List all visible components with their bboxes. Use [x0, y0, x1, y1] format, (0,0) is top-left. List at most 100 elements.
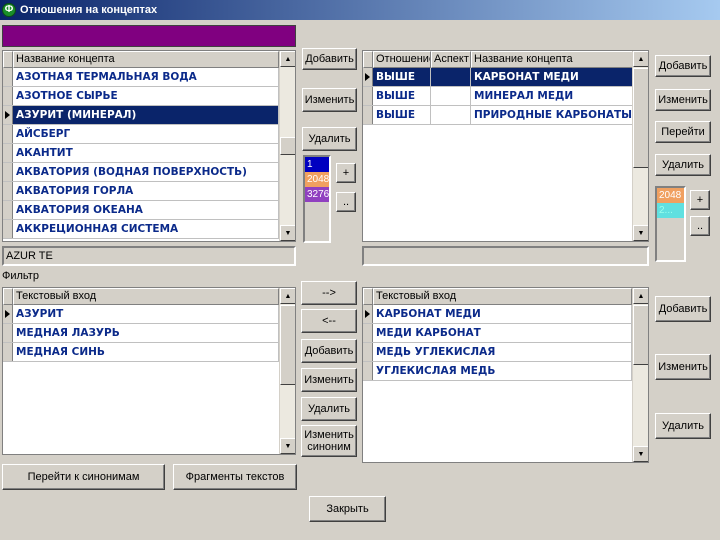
concept-name-cell[interactable]: АЗУРИТ (МИНЕРАЛ) [13, 106, 279, 124]
color-item-2048[interactable]: 2048 [305, 172, 329, 187]
table-row[interactable]: АЗОТНАЯ ТЕРМАЛЬНАЯ ВОДА [3, 68, 295, 87]
delete-synonym-button[interactable]: Удалить [301, 397, 357, 421]
table-row[interactable]: УГЛЕКИСЛАЯ МЕДЬ [363, 362, 648, 381]
concept-name-cell[interactable]: АЗОТНАЯ ТЕРМАЛЬНАЯ ВОДА [13, 68, 279, 86]
relation-concept-header[interactable]: Название концепта [471, 51, 634, 68]
scroll-down-icon[interactable]: ▼ [633, 446, 648, 462]
table-row[interactable]: АЗОТНОЕ СЫРЬЕ [3, 87, 295, 106]
aspect-cell[interactable] [431, 87, 471, 105]
table-row[interactable]: АЗУРИТ (МИНЕРАЛ) [3, 106, 295, 125]
edit-concept-button[interactable]: Изменить [302, 88, 357, 112]
text-input-grid-right[interactable]: Текстовый вход КАРБОНАТ МЕДИ МЕДИ КАРБОНА… [362, 287, 649, 463]
text-input-cell[interactable]: МЕДНАЯ ЛАЗУРЬ [13, 324, 279, 342]
close-button[interactable]: Закрыть [309, 496, 386, 522]
edit-synonym-button[interactable]: Изменить [301, 368, 357, 392]
color-item-cyan[interactable]: 2... [657, 203, 684, 218]
move-left-button[interactable]: <-- [301, 309, 357, 333]
table-row[interactable]: АКАНТИТ [3, 144, 295, 163]
aspect-header[interactable]: Аспект [431, 51, 471, 68]
edit-text-input-button[interactable]: Изменить [655, 354, 711, 380]
table-row[interactable]: КАРБОНАТ МЕДИ [363, 305, 648, 324]
relation-cell[interactable]: ВЫШЕ [373, 106, 431, 124]
goto-synonyms-button[interactable]: Перейти к синонимам [2, 464, 165, 490]
table-row[interactable]: МЕДЬ УГЛЕКИСЛАЯ [363, 343, 648, 362]
text-input-header[interactable]: Текстовый вход [373, 288, 632, 305]
scroll-down-icon[interactable]: ▼ [280, 438, 295, 454]
title-bar[interactable]: Ф Отношения на концептах [0, 0, 720, 20]
color-item-3276[interactable]: 3276 [305, 187, 329, 202]
more-color-button[interactable]: .. [336, 192, 356, 212]
scroll-down-icon[interactable]: ▼ [633, 225, 648, 241]
relation-cell[interactable]: ВЫШЕ [373, 87, 431, 105]
text-input-cell[interactable]: МЕДЬ УГЛЕКИСЛАЯ [373, 343, 632, 361]
aspect-cell[interactable] [431, 68, 471, 86]
table-row[interactable]: ВЫШЕ ПРИРОДНЫЕ КАРБОНАТЫ [363, 106, 648, 125]
relations-scrollbar[interactable]: ▲ ▼ [632, 51, 648, 241]
scroll-thumb[interactable] [633, 305, 648, 365]
delete-text-input-button[interactable]: Удалить [655, 413, 711, 439]
table-row[interactable]: МЕДНАЯ СИНЬ [3, 343, 295, 362]
scroll-thumb[interactable] [633, 68, 648, 168]
color-item-1[interactable]: 1 [305, 157, 329, 172]
scroll-up-icon[interactable]: ▲ [633, 288, 648, 304]
text-input-cell[interactable]: КАРБОНАТ МЕДИ [373, 305, 632, 323]
more-color-button-right[interactable]: .. [690, 216, 710, 236]
concept-cell[interactable]: ПРИРОДНЫЕ КАРБОНАТЫ [471, 106, 634, 124]
relation-header[interactable]: Отношение [373, 51, 431, 68]
move-right-button[interactable]: --> [301, 281, 357, 305]
table-row[interactable]: МЕДНАЯ ЛАЗУРЬ [3, 324, 295, 343]
relation-cell[interactable]: ВЫШЕ [373, 68, 431, 86]
table-row[interactable]: МЕДИ КАРБОНАТ [363, 324, 648, 343]
table-row[interactable]: ВЫШЕ МИНЕРАЛ МЕДИ [363, 87, 648, 106]
relations-grid[interactable]: Отношение Аспект Название концепта ВЫШЕ К… [362, 50, 649, 242]
color-item-2048[interactable]: 2048 [657, 188, 684, 203]
translation-field[interactable]: AZUR TE [2, 246, 296, 266]
table-row[interactable]: АКВАТОРИЯ (ВОДНАЯ ПОВЕРХНОСТЬ) [3, 163, 295, 182]
right-color-list[interactable]: 2048 2... [655, 186, 686, 262]
scroll-down-icon[interactable]: ▼ [280, 225, 295, 241]
scroll-thumb[interactable] [280, 137, 295, 155]
concept-grid[interactable]: Название концепта АЗОТНАЯ ТЕРМАЛЬНАЯ ВОД… [2, 50, 296, 242]
table-row[interactable]: АККРЕЦИОННАЯ СИСТЕМА [3, 220, 295, 239]
aspect-cell[interactable] [431, 106, 471, 124]
table-row[interactable]: ВЫШЕ КАРБОНАТ МЕДИ [363, 68, 648, 87]
add-color-button[interactable]: + [336, 163, 356, 183]
concept-grid-scrollbar[interactable]: ▲ ▼ [279, 51, 295, 241]
text-input-header[interactable]: Текстовый вход [13, 288, 279, 305]
concept-name-cell[interactable]: АКАНТИТ [13, 144, 279, 162]
concept-name-cell[interactable]: АЙСБЕРГ [13, 125, 279, 143]
add-synonym-button[interactable]: Добавить [301, 339, 357, 363]
add-relation-button[interactable]: Добавить [655, 55, 711, 77]
goto-relation-button[interactable]: Перейти [655, 121, 711, 143]
table-row[interactable]: АЗУРИТ [3, 305, 295, 324]
concept-cell[interactable]: КАРБОНАТ МЕДИ [471, 68, 634, 86]
text-input-cell[interactable]: МЕДНАЯ СИНЬ [13, 343, 279, 361]
text-input-cell[interactable]: МЕДИ КАРБОНАТ [373, 324, 632, 342]
concept-cell[interactable]: МИНЕРАЛ МЕДИ [471, 87, 634, 105]
concept-name-cell[interactable]: АКВАТОРИЯ ОКЕАНА [13, 201, 279, 219]
text-input-scrollbar-right[interactable]: ▲ ▼ [632, 288, 648, 462]
concept-name-header[interactable]: Название концепта [13, 51, 279, 68]
text-input-scrollbar-left[interactable]: ▲ ▼ [279, 288, 295, 454]
text-input-cell[interactable]: УГЛЕКИСЛАЯ МЕДЬ [373, 362, 632, 380]
add-concept-button[interactable]: Добавить [302, 48, 357, 70]
concept-name-cell[interactable]: АКВАТОРИЯ ГОРЛА [13, 182, 279, 200]
scroll-thumb[interactable] [280, 305, 295, 385]
scroll-up-icon[interactable]: ▲ [280, 288, 295, 304]
concept-name-cell[interactable]: АКВАТОРИЯ (ВОДНАЯ ПОВЕРХНОСТЬ) [13, 163, 279, 181]
text-fragments-button[interactable]: Фрагменты текстов [173, 464, 297, 490]
table-row[interactable]: АКВАТОРИЯ ОКЕАНА [3, 201, 295, 220]
text-input-grid-left[interactable]: Текстовый вход АЗУРИТ МЕДНАЯ ЛАЗУРЬ МЕДНАЯ… [2, 287, 296, 455]
table-row[interactable]: АЙСБЕРГ [3, 125, 295, 144]
scroll-up-icon[interactable]: ▲ [280, 51, 295, 67]
left-color-list[interactable]: 1 2048 3276 [303, 155, 331, 243]
concept-name-cell[interactable]: АЗОТНОЕ СЫРЬЕ [13, 87, 279, 105]
change-synonym-button[interactable]: Изменить синоним [301, 425, 357, 457]
edit-relation-button[interactable]: Изменить [655, 89, 711, 111]
add-text-input-button[interactable]: Добавить [655, 296, 711, 322]
delete-relation-button[interactable]: Удалить [655, 154, 711, 176]
table-row[interactable]: АКВАТОРИЯ ГОРЛА [3, 182, 295, 201]
delete-concept-button[interactable]: Удалить [302, 127, 357, 151]
text-input-cell[interactable]: АЗУРИТ [13, 305, 279, 323]
scroll-up-icon[interactable]: ▲ [633, 51, 648, 67]
